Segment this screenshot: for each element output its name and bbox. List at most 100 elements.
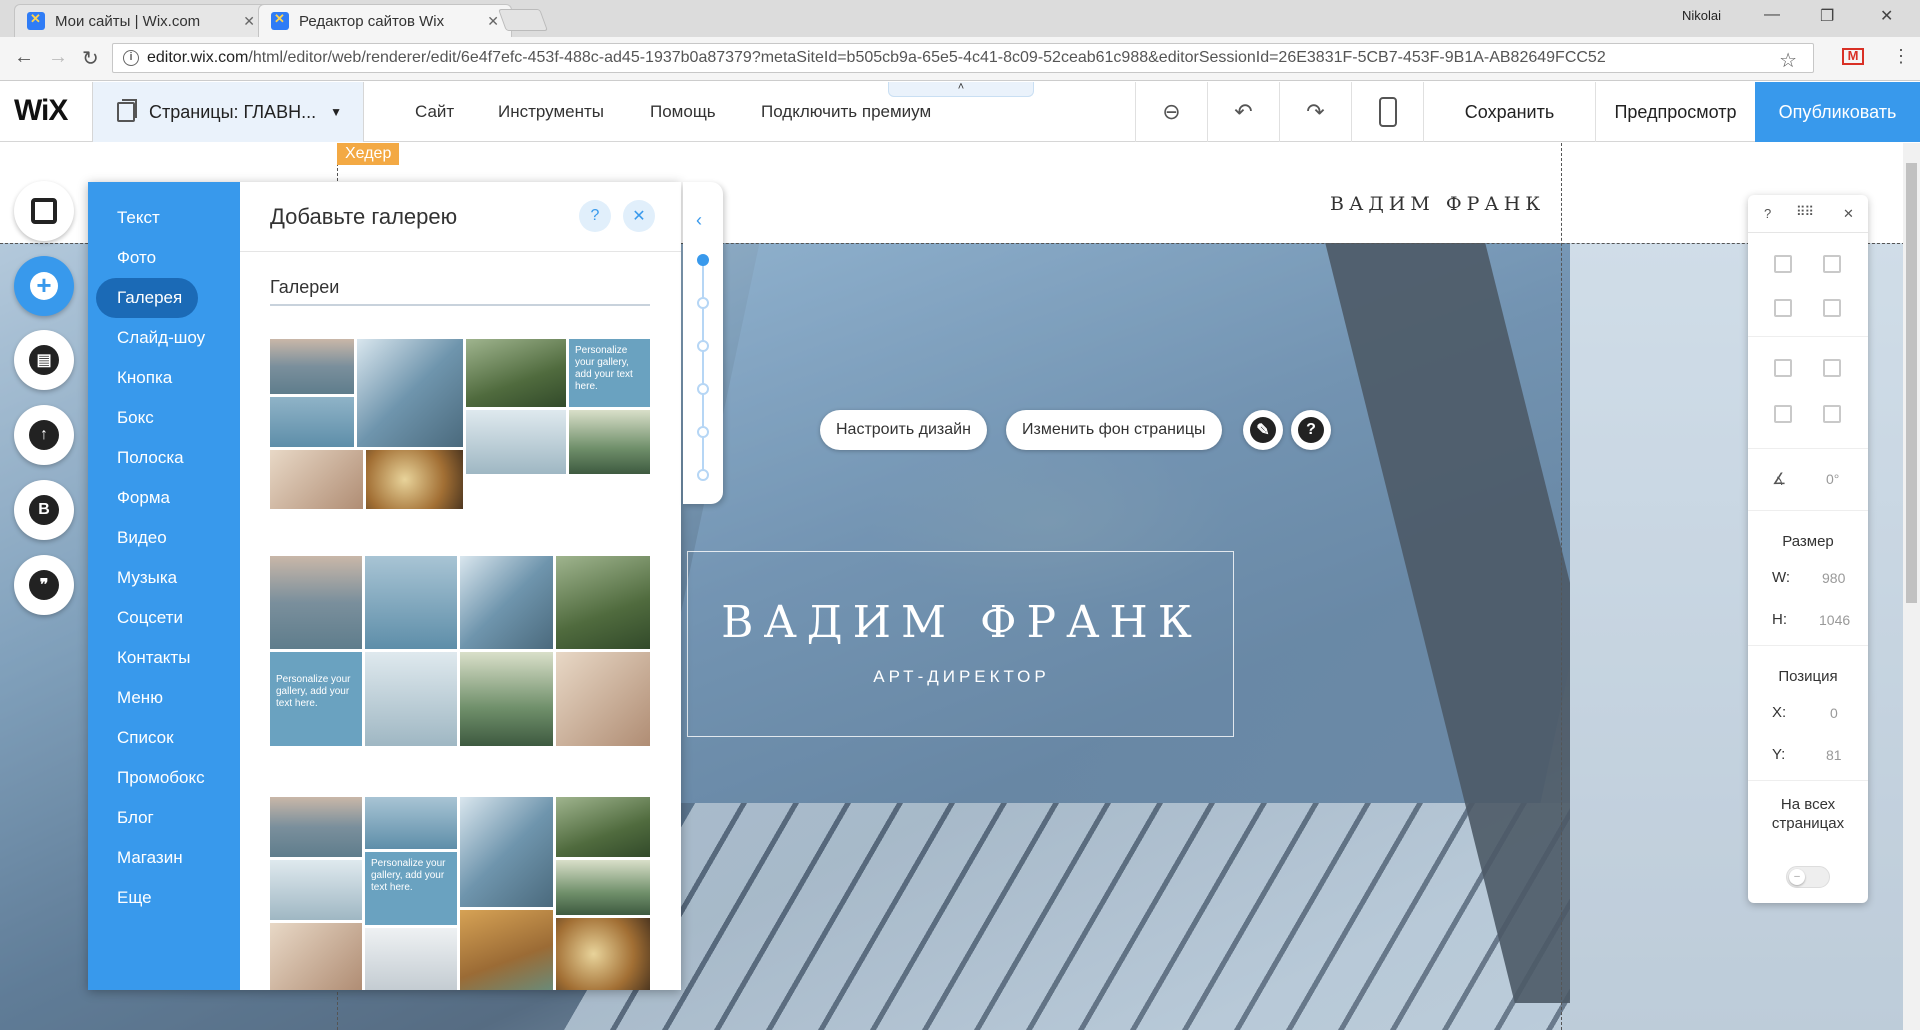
all-pages-toggle[interactable]: – xyxy=(1786,866,1830,888)
section-dot[interactable] xyxy=(697,340,709,352)
help-button[interactable]: ? xyxy=(1291,410,1331,450)
category-text[interactable]: Текст xyxy=(96,198,232,238)
category-slideshow[interactable]: Слайд-шоу xyxy=(96,318,232,358)
browser-user-name[interactable]: Nikolai xyxy=(1682,8,1721,23)
panel-help-button[interactable]: ? xyxy=(579,200,611,232)
bookmark-star-icon[interactable]: ☆ xyxy=(1779,48,1797,73)
category-button[interactable]: Кнопка xyxy=(96,358,232,398)
section-dot[interactable] xyxy=(697,426,709,438)
category-store[interactable]: Магазин xyxy=(96,838,232,878)
distribute-icon[interactable] xyxy=(1774,405,1792,423)
category-strip[interactable]: Полоска xyxy=(96,438,232,478)
section-dot[interactable] xyxy=(697,254,709,266)
category-form[interactable]: Форма xyxy=(96,478,232,518)
background-tool-button[interactable] xyxy=(14,181,74,241)
hero-subtitle[interactable]: АРТ-ДИРЕКТОР xyxy=(688,667,1235,687)
category-blog[interactable]: Блог xyxy=(96,798,232,838)
cloud-upload-icon: ↑ xyxy=(29,420,59,450)
height-value[interactable]: 1046 xyxy=(1819,612,1850,628)
minimize-icon[interactable]: — xyxy=(1764,6,1780,24)
browser-menu-icon[interactable]: ⋮ xyxy=(1892,46,1910,67)
category-menu[interactable]: Меню xyxy=(96,678,232,718)
gallery-preset-3[interactable]: Personalize your gallery, add your text … xyxy=(270,797,650,990)
category-music[interactable]: Музыка xyxy=(96,558,232,598)
blog-button[interactable]: B xyxy=(14,480,74,540)
match-size-icon[interactable] xyxy=(1823,405,1841,423)
rotation-value[interactable]: 0° xyxy=(1826,471,1839,487)
close-tab-icon[interactable]: ✕ xyxy=(243,13,255,30)
inspector-panel: ? ⠿⠿ ✕ ∡ 0° Размер W: 980 H: 1046 Позици… xyxy=(1748,195,1868,903)
chat-button[interactable]: ❞ xyxy=(14,555,74,615)
category-contacts[interactable]: Контакты xyxy=(96,638,232,678)
inspector-help-icon[interactable]: ? xyxy=(1764,206,1771,221)
gmail-extension-icon[interactable]: M xyxy=(1842,48,1864,65)
back-icon[interactable]: ← xyxy=(14,46,34,69)
save-button[interactable]: Сохранить xyxy=(1423,82,1595,142)
design-brush-button[interactable]: ✎ xyxy=(1243,410,1283,450)
section-dot[interactable] xyxy=(697,297,709,309)
mobile-view-button[interactable] xyxy=(1351,82,1423,142)
category-more[interactable]: Еще xyxy=(96,878,232,918)
site-info-icon[interactable]: i xyxy=(123,50,139,66)
pages-dropdown[interactable]: Страницы: ГЛАВН... ▼ xyxy=(92,82,364,142)
add-element-button[interactable]: + xyxy=(14,256,74,316)
media-upload-button[interactable]: ↑ xyxy=(14,405,74,465)
menu-tools[interactable]: Инструменты xyxy=(498,82,604,142)
y-value[interactable]: 81 xyxy=(1826,747,1842,763)
gallery-preset-2[interactable]: Personalize your gallery, add your text … xyxy=(270,556,650,746)
category-box[interactable]: Бокс xyxy=(96,398,232,438)
panel-close-button[interactable]: ✕ xyxy=(623,200,655,232)
rotate-icon[interactable]: ∡ xyxy=(1772,469,1786,489)
delete-icon[interactable] xyxy=(1823,299,1841,317)
canvas-scrollbar[interactable] xyxy=(1903,143,1920,1030)
design-settings-button[interactable]: Настроить дизайн xyxy=(820,410,987,450)
inspector-close-icon[interactable]: ✕ xyxy=(1843,206,1854,222)
zoom-out-icon[interactable]: ⊖ xyxy=(1135,82,1207,142)
category-gallery[interactable]: Галерея xyxy=(96,278,198,318)
redo-icon[interactable]: ↷ xyxy=(1279,82,1351,142)
hero-title[interactable]: ВАДИМ ФРАНК xyxy=(688,597,1235,648)
menu-site[interactable]: Сайт xyxy=(415,82,454,142)
scrollbar-thumb[interactable] xyxy=(1906,163,1917,603)
category-list[interactable]: Список xyxy=(96,718,232,758)
address-bar[interactable]: i editor.wix.com/html/editor/web/rendere… xyxy=(112,43,1814,73)
undo-icon[interactable]: ↶ xyxy=(1207,82,1279,142)
paste-icon[interactable] xyxy=(1823,255,1841,273)
category-social[interactable]: Соцсети xyxy=(96,598,232,638)
header-tag[interactable]: Хедер xyxy=(337,143,400,165)
url-host: editor.wix.com xyxy=(147,49,249,66)
collapse-panel-icon[interactable]: ‹ xyxy=(696,210,702,231)
forward-icon[interactable]: → xyxy=(48,46,68,69)
drag-handle-icon[interactable]: ⠿⠿ xyxy=(1796,204,1814,220)
close-tab-icon[interactable]: ✕ xyxy=(487,13,499,30)
publish-button[interactable]: Опубликовать xyxy=(1755,82,1920,142)
category-video[interactable]: Видео xyxy=(96,518,232,558)
arrange-icon[interactable] xyxy=(1774,359,1792,377)
change-page-bg-button[interactable]: Изменить фон страницы xyxy=(1006,410,1222,450)
duplicate-icon[interactable] xyxy=(1774,299,1792,317)
width-value[interactable]: 980 xyxy=(1822,570,1845,586)
tab-wix-editor[interactable]: Редактор сайтов Wix ✕ xyxy=(258,4,512,37)
menu-help[interactable]: Помощь xyxy=(650,82,716,142)
category-photo[interactable]: Фото xyxy=(96,238,232,278)
gallery-section-scroller[interactable]: ‹ xyxy=(683,182,723,504)
restore-icon[interactable]: ❐ xyxy=(1820,6,1834,26)
section-dot[interactable] xyxy=(697,469,709,481)
section-dot[interactable] xyxy=(697,383,709,395)
tab-my-sites[interactable]: Мои сайты | Wix.com ✕ xyxy=(14,4,268,37)
preview-button[interactable]: Предпросмотр xyxy=(1595,82,1755,142)
copy-icon[interactable] xyxy=(1774,255,1792,273)
reload-icon[interactable]: ↻ xyxy=(82,46,99,71)
pages-label: Страницы: ГЛАВН... xyxy=(149,101,317,122)
close-window-icon[interactable]: ✕ xyxy=(1880,6,1893,26)
align-icon[interactable] xyxy=(1823,359,1841,377)
hero-title-box[interactable]: ВАДИМ ФРАНК АРТ-ДИРЕКТОР xyxy=(687,551,1234,737)
category-promobox[interactable]: Промобокс xyxy=(96,758,232,798)
x-value[interactable]: 0 xyxy=(1830,705,1838,721)
gallery-preset-1[interactable]: Personalize your gallery, add your text … xyxy=(270,339,650,509)
app-market-button[interactable]: ▤ xyxy=(14,330,74,390)
collapse-toolbar-tab[interactable]: ˄ xyxy=(888,82,1034,97)
header-site-name[interactable]: ВАДИМ ФРАНК xyxy=(1330,193,1545,215)
new-tab-button[interactable] xyxy=(497,9,549,31)
wix-logo[interactable]: WiX xyxy=(14,94,68,128)
